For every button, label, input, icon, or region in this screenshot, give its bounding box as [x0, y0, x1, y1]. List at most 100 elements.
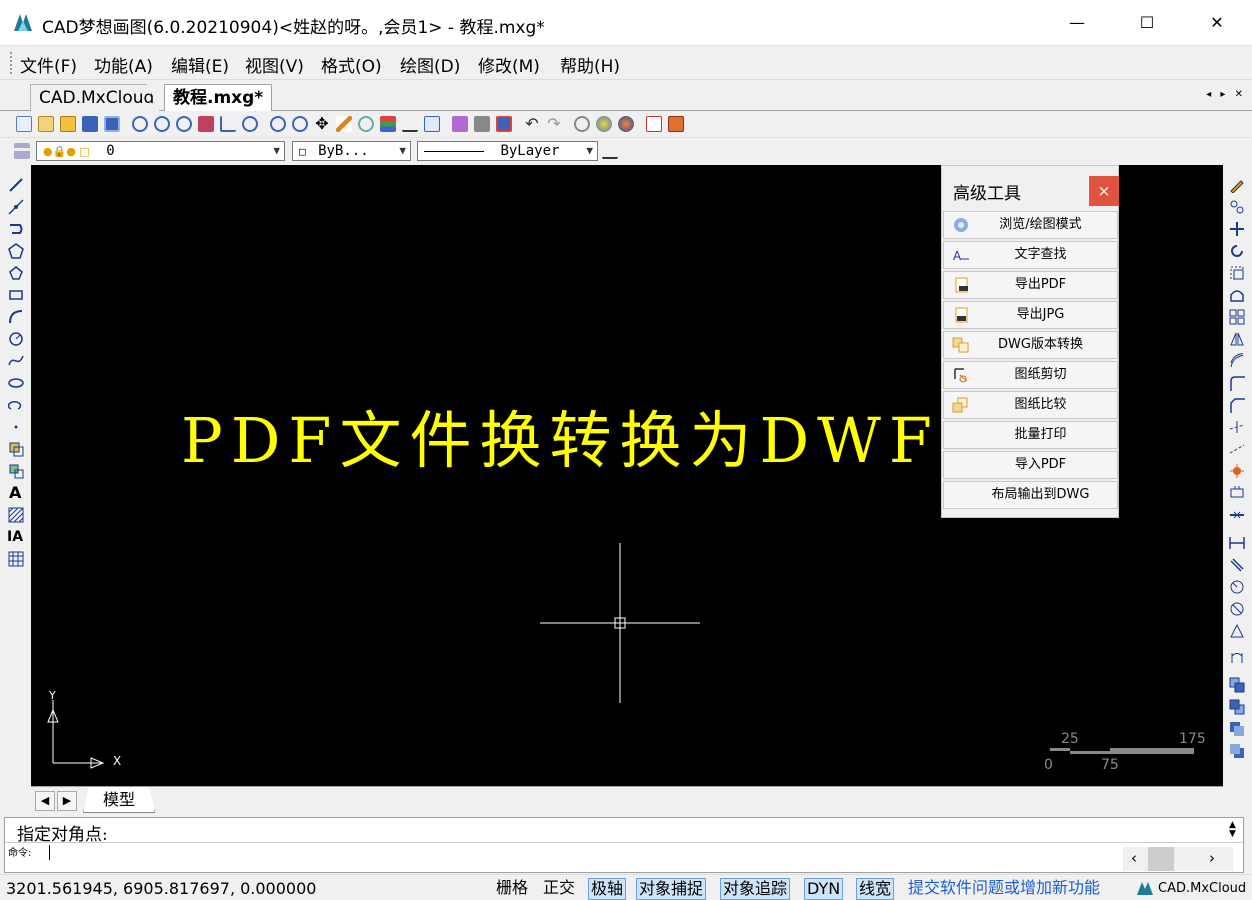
ellipse-arc-icon[interactable] [8, 397, 24, 413]
menu-function[interactable]: 功能(A) [94, 52, 153, 77]
maximize-button[interactable]: ☐ [1124, 8, 1170, 38]
import-pdf-button[interactable]: 导入PDF [943, 451, 1118, 479]
panel-close-button[interactable]: × [1089, 176, 1119, 206]
erase-icon[interactable] [1229, 177, 1245, 193]
tab-scroll-right-icon[interactable]: ▶ [57, 791, 77, 811]
pan-icon[interactable]: ✥ [314, 116, 330, 132]
tab-tutorial-drawing[interactable]: 教程.mxg* [164, 84, 272, 111]
explode-icon[interactable] [1229, 463, 1245, 479]
osnap-toggle[interactable]: 对象捕捉 [636, 878, 707, 900]
tab-navigation-arrows[interactable]: ◂ ▸ ✕ [1206, 89, 1246, 100]
table-icon[interactable] [8, 551, 24, 567]
export-jpg-button[interactable]: 导出JPG [943, 301, 1118, 329]
redo-icon[interactable]: ↷ [546, 116, 562, 132]
pencil-icon[interactable] [336, 116, 352, 132]
rotate-icon[interactable] [1229, 243, 1245, 259]
hatch-icon[interactable] [8, 507, 24, 523]
multiline-text-icon[interactable]: IA [7, 529, 23, 545]
menu-draw[interactable]: 绘图(D) [400, 52, 460, 77]
export-icon[interactable] [496, 116, 512, 132]
array-icon[interactable] [1229, 309, 1245, 325]
feedback-link[interactable]: 提交软件问题或增加新功能 [906, 878, 1102, 900]
linetype-combo[interactable]: ByLayer ▼ [417, 141, 598, 161]
break-icon[interactable] [1229, 485, 1245, 501]
print-preview-icon[interactable] [452, 116, 468, 132]
stretch-icon[interactable] [1229, 287, 1245, 303]
zoom-realtime-icon[interactable] [132, 116, 148, 132]
render-icon[interactable] [596, 116, 612, 132]
scroll-thumb[interactable] [1148, 847, 1174, 871]
open-file-icon[interactable] [38, 116, 54, 132]
scale-icon[interactable] [1229, 265, 1245, 281]
plot-icon[interactable] [474, 116, 490, 132]
chamfer-icon[interactable] [1229, 397, 1245, 413]
regen-icon[interactable] [198, 116, 214, 132]
ortho-toggle[interactable]: 正交 [541, 878, 577, 900]
tab-scroll-left-icon[interactable]: ◀ [35, 791, 55, 811]
menu-modify[interactable]: 修改(M) [478, 52, 540, 77]
text-search-button[interactable]: A 文字查找 [943, 241, 1118, 269]
save-all-icon[interactable] [104, 116, 120, 132]
zoom-extents-icon[interactable] [242, 116, 258, 132]
measure-icon[interactable] [574, 116, 590, 132]
layer-manager-icon[interactable] [14, 143, 30, 159]
color-combo[interactable]: □ ByB... ▼ [292, 141, 411, 161]
tab-model[interactable]: 模型 [83, 787, 155, 813]
cloud-sync-icon[interactable] [618, 116, 634, 132]
lineweight-icon[interactable] [602, 143, 618, 159]
batch-print-button[interactable]: 批量打印 [943, 421, 1118, 449]
linear-dimension-icon[interactable] [1229, 535, 1245, 551]
grid-toggle[interactable]: 栅格 [494, 878, 530, 900]
draw-order-back-icon[interactable] [1229, 699, 1245, 715]
menu-edit[interactable]: 编辑(E) [171, 52, 229, 77]
drawing-compare-button[interactable]: 图纸比较 [943, 391, 1118, 419]
layer-combo[interactable]: ●🔒● □ 0 ▼ [36, 141, 285, 161]
dyn-toggle[interactable]: DYN [804, 878, 844, 900]
tab-cad-mxcloud[interactable]: CAD.MxCloud [30, 84, 160, 111]
menu-help[interactable]: 帮助(H) [560, 52, 620, 77]
insert-block-icon[interactable] [8, 441, 24, 457]
text-tool-icon[interactable]: A [9, 485, 25, 501]
pentagon-icon[interactable] [8, 265, 24, 281]
history-scroll-icon[interactable]: ▲ ▼ [1229, 821, 1236, 839]
aligned-dimension-icon[interactable] [1229, 557, 1245, 573]
menu-view[interactable]: 视图(V) [245, 52, 304, 77]
mirror-icon[interactable] [1229, 331, 1245, 347]
diameter-dimension-icon[interactable] [1229, 601, 1245, 617]
lineweight-toggle[interactable]: 线宽 [856, 878, 895, 900]
copy-icon[interactable] [1229, 199, 1245, 215]
menu-file[interactable]: 文件(F) [20, 52, 77, 77]
bring-above-icon[interactable] [1229, 721, 1245, 737]
send-under-icon[interactable] [1229, 743, 1245, 759]
ucs-icon[interactable] [220, 116, 236, 132]
export-pdf-button[interactable]: 导出PDF [943, 271, 1118, 299]
command-input[interactable] [49, 845, 50, 860]
save-icon[interactable] [82, 116, 98, 132]
arc-icon[interactable] [8, 309, 24, 325]
fillet-icon[interactable] [1229, 375, 1245, 391]
move-icon[interactable] [1229, 221, 1245, 237]
polyline-icon[interactable] [8, 221, 24, 237]
minimize-button[interactable]: — [1054, 8, 1100, 38]
open-folder-icon[interactable] [60, 116, 76, 132]
zoom-previous-icon[interactable] [292, 116, 308, 132]
menu-format[interactable]: 格式(O) [321, 52, 382, 77]
match-properties-icon[interactable] [358, 116, 374, 132]
browse-draw-mode-button[interactable]: 浏览/绘图模式 [943, 211, 1118, 239]
command-hscroll[interactable]: ‹ › [1123, 847, 1233, 871]
layers-icon[interactable] [380, 116, 396, 132]
point-icon[interactable] [8, 419, 24, 435]
layout-to-dwg-button[interactable]: 布局输出到DWG [943, 481, 1118, 509]
dwg-version-convert-button[interactable]: DWG版本转换 [943, 331, 1118, 359]
join-icon[interactable] [1229, 507, 1245, 523]
radius-dimension-icon[interactable] [1229, 579, 1245, 595]
extend-icon[interactable] [1229, 441, 1245, 457]
zoom-window-icon[interactable] [270, 116, 286, 132]
make-block-icon[interactable] [8, 463, 24, 479]
otrack-toggle[interactable]: 对象追踪 [720, 878, 791, 900]
draw-order-front-icon[interactable] [1229, 677, 1245, 693]
scroll-left-icon[interactable]: ‹ [1131, 849, 1137, 867]
linetype-icon[interactable] [402, 116, 418, 132]
circle-icon[interactable] [8, 331, 24, 347]
zoom-out-icon[interactable] [154, 116, 170, 132]
